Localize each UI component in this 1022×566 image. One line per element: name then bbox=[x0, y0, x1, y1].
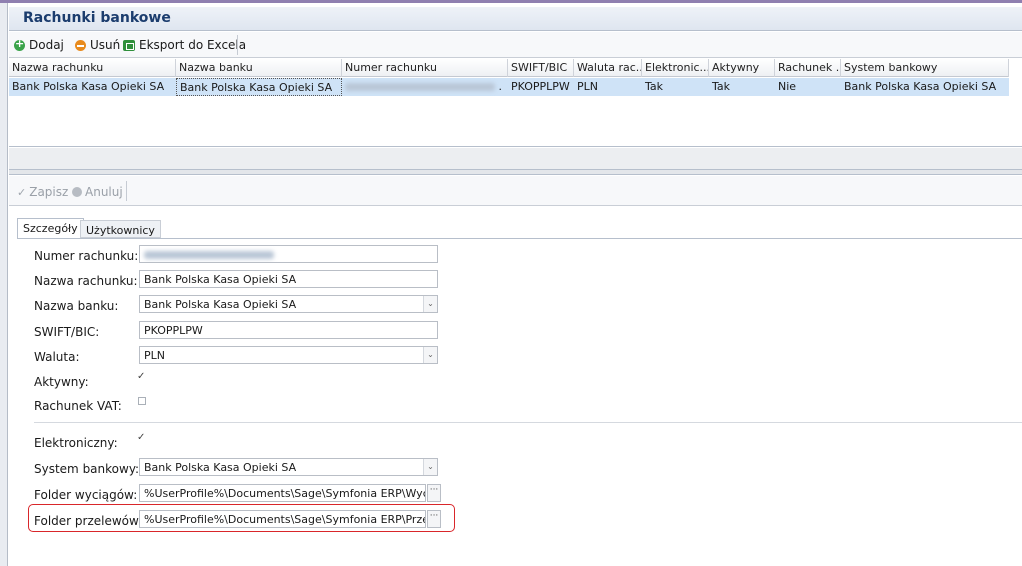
tab-szczegoly[interactable]: Szczegóły bbox=[17, 218, 84, 239]
aktywny-label: Aktywny: bbox=[34, 375, 89, 389]
cancel-icon bbox=[72, 187, 82, 197]
nazwa-banku-value: Bank Polska Kasa Opieki SA bbox=[144, 298, 297, 311]
details-form: Numer rachunku: Nazwa rachunku: Bank Pol… bbox=[17, 238, 1022, 558]
column-header-rachunek-vat[interactable]: Rachunek ... bbox=[775, 59, 841, 77]
numer-rachunku-field[interactable] bbox=[139, 245, 438, 263]
table-row[interactable]: Bank Polska Kasa Opieki SA Bank Polska K… bbox=[9, 78, 1009, 96]
elektroniczny-checkbox[interactable]: ✓ bbox=[137, 432, 145, 443]
swift-field[interactable]: PKOPPLPW bbox=[139, 321, 438, 339]
excel-icon bbox=[123, 39, 135, 51]
left-navigation-strip bbox=[0, 3, 8, 566]
edit-toolbar: ✓ Zapisz Anuluj bbox=[9, 176, 1022, 206]
tab-uzytkownicy[interactable]: Użytkownicy bbox=[80, 220, 161, 238]
cell-nazwa-rachunku[interactable]: Bank Polska Kasa Opieki SA bbox=[9, 78, 176, 96]
nazwa-banku-combo[interactable]: Bank Polska Kasa Opieki SA ⌄ bbox=[139, 295, 438, 313]
aktywny-checkbox[interactable]: ✓ bbox=[137, 371, 145, 382]
chevron-down-icon[interactable]: ⌄ bbox=[423, 459, 437, 475]
column-header-numer-rachunku[interactable]: Numer rachunku bbox=[342, 59, 508, 77]
column-header-swift[interactable]: SWIFT/BIC bbox=[508, 59, 574, 77]
cell-rachunek-vat[interactable]: Nie bbox=[775, 78, 841, 96]
folder-przelewow-label: Folder przelewów: bbox=[34, 514, 143, 528]
redacted-account-number bbox=[345, 83, 495, 91]
grid-toolbar: Dodaj Usuń Eksport do Excela bbox=[9, 32, 1022, 58]
toolbar-separator bbox=[126, 181, 127, 201]
elektroniczny-label: Elektroniczny: bbox=[34, 436, 118, 450]
chevron-down-icon[interactable]: ⌄ bbox=[423, 347, 437, 363]
folder-przelewow-browse-button[interactable]: ··· bbox=[427, 510, 441, 528]
panel-title-bar: Rachunki bankowe bbox=[9, 7, 1022, 31]
column-header-aktywny[interactable]: Aktywny bbox=[709, 59, 775, 77]
nazwa-banku-label: Nazwa banku: bbox=[34, 299, 119, 313]
splitter[interactable] bbox=[9, 170, 1022, 175]
add-button[interactable]: Dodaj bbox=[14, 37, 64, 53]
folder-wyciagow-browse-button[interactable]: ··· bbox=[427, 484, 441, 502]
swift-label: SWIFT/BIC: bbox=[34, 325, 100, 339]
column-header-nazwa-rachunku[interactable]: Nazwa rachunku bbox=[9, 59, 176, 77]
nazwa-rachunku-field[interactable]: Bank Polska Kasa Opieki SA bbox=[139, 270, 438, 288]
rachunek-vat-label: Rachunek VAT: bbox=[34, 399, 122, 413]
system-bankowy-value: Bank Polska Kasa Opieki SA bbox=[144, 461, 297, 474]
rachunek-vat-checkbox[interactable] bbox=[138, 397, 146, 405]
cell-aktywny[interactable]: Tak bbox=[709, 78, 775, 96]
cell-nazwa-banku[interactable]: Bank Polska Kasa Opieki SA bbox=[176, 78, 342, 96]
plus-icon bbox=[14, 37, 25, 51]
section-divider bbox=[34, 422, 1022, 423]
system-bankowy-label: System bankowy: bbox=[34, 462, 140, 476]
accounts-grid: Nazwa rachunku Nazwa banku Numer rachunk… bbox=[9, 59, 1022, 147]
folder-wyciagow-field[interactable]: %UserProfile%\Documents\Sage\Symfonia ER… bbox=[139, 484, 426, 502]
toolbar-separator bbox=[237, 35, 238, 55]
export-excel-button-label: Eksport do Excela bbox=[139, 38, 247, 52]
save-button[interactable]: ✓ Zapisz bbox=[17, 185, 68, 199]
system-bankowy-combo[interactable]: Bank Polska Kasa Opieki SA ⌄ bbox=[139, 458, 438, 476]
cancel-button-label: Anuluj bbox=[85, 185, 123, 199]
export-excel-button[interactable]: Eksport do Excela bbox=[123, 37, 246, 53]
chevron-down-icon[interactable]: ⌄ bbox=[423, 296, 437, 312]
column-header-system-bankowy[interactable]: System bankowy bbox=[841, 59, 1009, 77]
cell-system-bankowy[interactable]: Bank Polska Kasa Opieki SA bbox=[841, 78, 1009, 96]
folder-wyciagow-label: Folder wyciągów: bbox=[34, 488, 138, 502]
waluta-label: Waluta: bbox=[34, 350, 80, 364]
add-button-label: Dodaj bbox=[29, 38, 64, 52]
page-title: Rachunki bankowe bbox=[23, 10, 171, 26]
cancel-button[interactable]: Anuluj bbox=[72, 185, 123, 199]
folder-przelewow-field[interactable]: %UserProfile%\Documents\Sage\Symfonia ER… bbox=[139, 510, 426, 528]
save-button-label: Zapisz bbox=[29, 185, 69, 199]
check-icon: ✓ bbox=[17, 185, 27, 199]
delete-button-label: Usuń bbox=[90, 38, 121, 52]
column-header-waluta[interactable]: Waluta rac... bbox=[574, 59, 642, 77]
cell-waluta[interactable]: PLN bbox=[574, 78, 642, 96]
column-header-nazwa-banku[interactable]: Nazwa banku bbox=[176, 59, 342, 77]
redacted-account-number bbox=[144, 251, 274, 259]
cell-swift[interactable]: PKOPPLPW bbox=[508, 78, 574, 96]
numer-rachunku-label: Numer rachunku: bbox=[34, 249, 139, 263]
grid-header: Nazwa rachunku Nazwa banku Numer rachunk… bbox=[9, 59, 1009, 77]
delete-button[interactable]: Usuń bbox=[75, 37, 120, 53]
cell-elektroniczny[interactable]: Tak bbox=[642, 78, 709, 96]
bank-accounts-panel: Rachunki bankowe Dodaj Usuń Eksport do E… bbox=[9, 3, 1022, 566]
column-header-elektroniczny[interactable]: Elektronic... bbox=[642, 59, 709, 77]
grid-footer-bar bbox=[9, 148, 1022, 170]
nazwa-rachunku-label: Nazwa rachunku: bbox=[34, 274, 138, 288]
cell-numer-rachunku[interactable]: . bbox=[342, 78, 508, 96]
waluta-combo[interactable]: PLN ⌄ bbox=[139, 346, 438, 364]
waluta-value: PLN bbox=[144, 349, 165, 362]
cell-numer-rachunku-suffix: . bbox=[498, 80, 503, 93]
minus-icon bbox=[75, 39, 86, 51]
